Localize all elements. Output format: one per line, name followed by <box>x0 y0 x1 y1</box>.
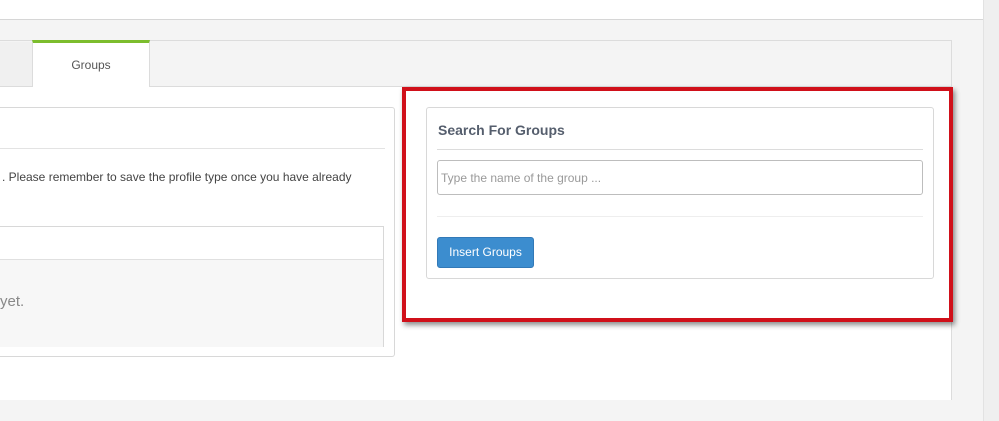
top-bar <box>0 0 983 20</box>
highlight-annotation-box <box>402 87 953 322</box>
left-box-divider <box>0 148 385 149</box>
scrollbar-track[interactable] <box>983 0 999 421</box>
empty-groups-message: yet. <box>0 293 25 310</box>
tab-groups[interactable]: Groups <box>32 40 150 87</box>
selected-groups-table-body <box>0 259 383 347</box>
profile-type-note: . Please remember to save the profile ty… <box>2 170 352 184</box>
tab-previous[interactable] <box>0 42 32 86</box>
